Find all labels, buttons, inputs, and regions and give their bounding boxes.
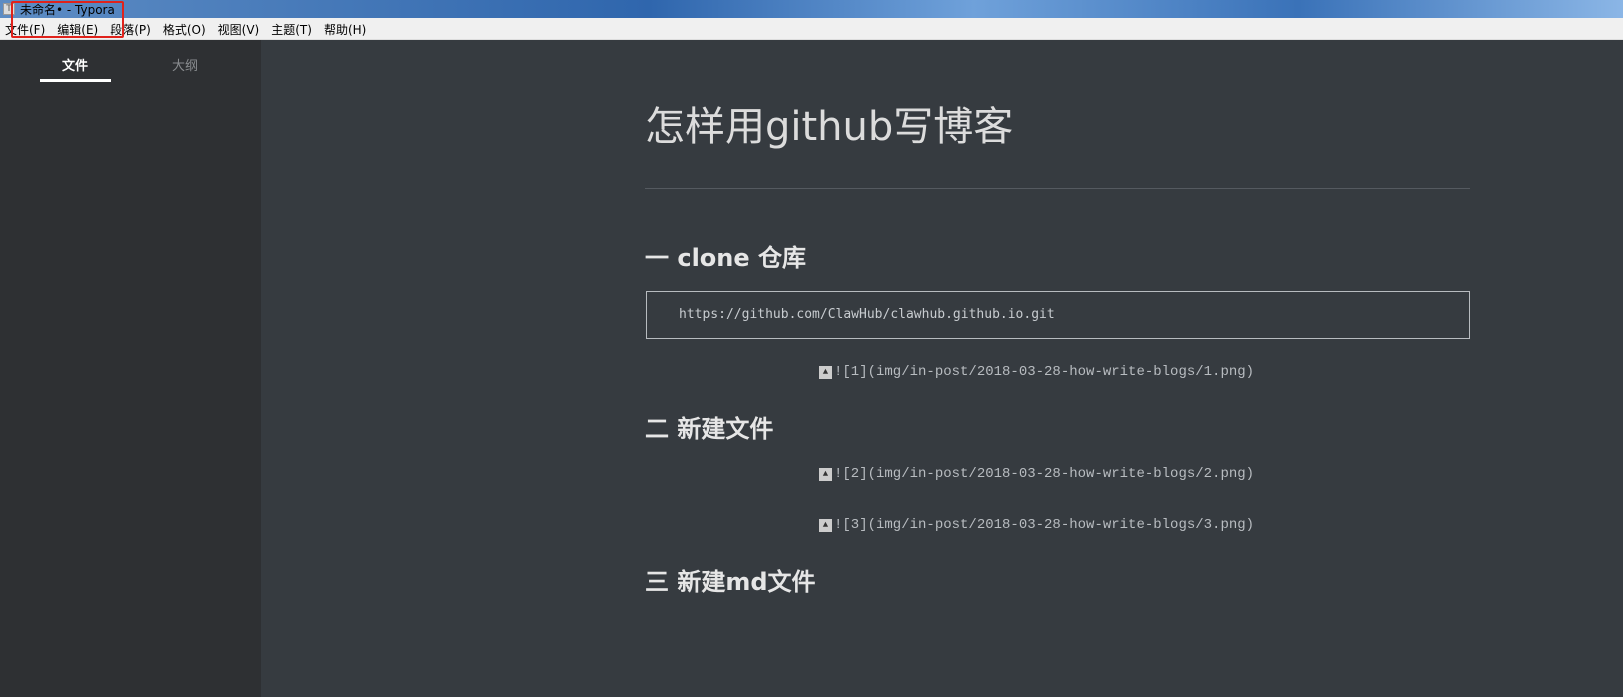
highlight-box <box>11 1 124 38</box>
heading-new-md-file[interactable]: 三 新建md文件 <box>645 562 816 597</box>
title-divider <box>645 188 1470 189</box>
broken-image-icon: ▲ <box>819 467 832 481</box>
heading-clone[interactable]: 一 clone 仓库 <box>645 238 806 273</box>
title-bar[interactable]: T 未命名• - Typora <box>0 0 1623 18</box>
document-title[interactable]: 怎样用github写博客 <box>645 94 1013 152</box>
menu-view[interactable]: 视图(V) <box>218 18 260 39</box>
sidebar: 文件 大纲 <box>0 40 261 697</box>
broken-image-icon: ▲ <box>819 365 832 379</box>
active-tab-indicator <box>40 79 111 82</box>
image-markdown: ![1](img/in-post/2018-03-28-how-write-bl… <box>834 364 1255 380</box>
image-placeholder-3[interactable]: ▲ ![3](img/in-post/2018-03-28-how-write-b… <box>819 517 1254 533</box>
tab-files[interactable]: 文件 <box>62 55 88 74</box>
tab-outline[interactable]: 大纲 <box>172 55 198 74</box>
menu-theme[interactable]: 主题(T) <box>271 18 312 39</box>
code-block[interactable]: https://github.com/ClawHub/clawhub.githu… <box>646 291 1470 339</box>
menu-format[interactable]: 格式(O) <box>163 18 206 39</box>
image-placeholder-1[interactable]: ▲ ![1](img/in-post/2018-03-28-how-write-b… <box>819 364 1254 380</box>
image-markdown: ![2](img/in-post/2018-03-28-how-write-bl… <box>834 466 1255 482</box>
image-placeholder-2[interactable]: ▲ ![2](img/in-post/2018-03-28-how-write-b… <box>819 466 1254 482</box>
image-markdown: ![3](img/in-post/2018-03-28-how-write-bl… <box>834 517 1255 533</box>
menu-help[interactable]: 帮助(H) <box>324 18 366 39</box>
heading-new-file[interactable]: 二 新建文件 <box>645 409 773 444</box>
menu-bar: 文件(F) 编辑(E) 段落(P) 格式(O) 视图(V) 主题(T) 帮助(H… <box>0 18 1623 40</box>
broken-image-icon: ▲ <box>819 518 832 532</box>
